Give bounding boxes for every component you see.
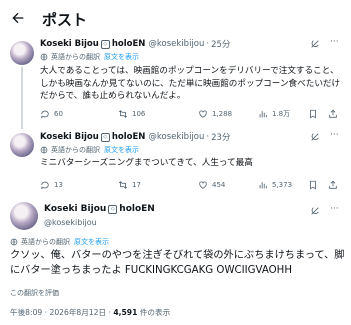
timestamp[interactable]: 25分 — [211, 38, 230, 50]
reply-button[interactable]: 60 — [40, 109, 63, 119]
repost-button[interactable]: 17 — [118, 180, 141, 190]
post-time[interactable]: 午後8:09 — [10, 308, 42, 317]
tweet-header: Koseki Bijou ◇ holoEN @kosekibijou · 25分 — [40, 38, 230, 50]
more-options-icon[interactable]: ··· — [330, 37, 339, 47]
affiliation-label: holoEN — [119, 204, 155, 214]
views-chart-icon — [259, 111, 267, 118]
tweet-text: 大人であることっては、映画館のポップコーンをデリバリーで注文すること、しかも映画… — [40, 66, 341, 101]
post-date[interactable]: 2026年8月12日 — [50, 308, 107, 317]
translation-notice: 英語からの翻訳 原文を表示 — [40, 145, 139, 155]
heart-icon — [199, 110, 207, 118]
avatar[interactable] — [10, 41, 34, 65]
like-count: 454 — [212, 181, 226, 189]
display-name[interactable]: Koseki Bijou — [44, 204, 106, 214]
handle[interactable]: @kosekibijou — [44, 218, 97, 227]
like-button[interactable]: 454 — [198, 180, 225, 190]
bookmark-icon[interactable] — [308, 180, 318, 190]
tweet-header: Koseki Bijou ◇ holoEN @kosekibijou · 23分 — [40, 131, 230, 143]
handle[interactable]: @kosekibijou — [148, 132, 204, 142]
reply-icon — [41, 181, 49, 190]
bookmark-icon[interactable] — [308, 109, 318, 119]
show-original-link[interactable]: 原文を表示 — [74, 237, 109, 247]
affiliation-badge-icon: ◇ — [100, 39, 110, 49]
show-original-link[interactable]: 原文を表示 — [104, 145, 139, 155]
tweet-text: ミニバターシーズニングまでついてきて、人生って最高 — [40, 158, 253, 168]
timestamp[interactable]: 23分 — [211, 131, 230, 143]
action-bar: 13 17 454 5,373 — [40, 180, 340, 192]
grok-icon[interactable] — [310, 39, 320, 49]
translated-label: 英語からの翻訳 — [51, 146, 100, 154]
more-options-icon[interactable]: ··· — [330, 130, 339, 140]
separator-dot: · — [206, 39, 210, 49]
repost-icon — [118, 110, 128, 118]
main-avatar[interactable] — [10, 202, 38, 230]
grok-icon[interactable] — [310, 132, 320, 142]
views-count: 5,373 — [272, 181, 293, 189]
top-bar: ポスト — [0, 0, 351, 36]
views-button[interactable]: 5,373 — [258, 180, 292, 190]
share-icon[interactable] — [328, 180, 338, 190]
translated-label: 英語からの翻訳 — [51, 53, 100, 61]
translation-notice: 英語からの翻訳 原文を表示 — [40, 52, 139, 62]
reply-button[interactable]: 13 — [40, 180, 63, 190]
display-name[interactable]: Koseki Bijou — [40, 132, 99, 142]
avatar[interactable] — [10, 133, 34, 157]
back-arrow-icon[interactable] — [10, 10, 26, 26]
thread-line — [21, 67, 23, 129]
affiliation-label: holoEN — [111, 39, 146, 49]
views-button[interactable]: 1.8万 — [258, 109, 290, 119]
views-count: 4,591 — [113, 308, 138, 317]
globe-icon — [40, 146, 48, 154]
display-name[interactable]: Koseki Bijou — [40, 39, 99, 49]
repost-count: 17 — [132, 181, 141, 189]
translated-label: 英語からの翻訳 — [21, 238, 70, 246]
repost-count: 106 — [132, 110, 146, 118]
page-title: ポスト — [42, 11, 88, 29]
affiliation-badge-icon: ◇ — [108, 204, 118, 214]
affiliation-label: holoEN — [111, 132, 146, 142]
translation-notice: 英語からの翻訳 原文を表示 — [10, 237, 109, 247]
main-display-name-row: Koseki Bijou ◇ holoEN — [44, 204, 155, 214]
like-button[interactable]: 1,288 — [198, 109, 232, 119]
reply-count: 60 — [54, 110, 63, 118]
more-options-icon[interactable]: ··· — [330, 204, 339, 214]
like-count: 1,288 — [212, 110, 233, 118]
repost-icon — [118, 181, 128, 189]
globe-icon — [10, 238, 18, 246]
action-bar: 60 106 1,288 1.8万 — [40, 109, 340, 121]
repost-button[interactable]: 106 — [118, 109, 145, 119]
grok-icon[interactable] — [310, 206, 320, 216]
heart-icon — [199, 181, 207, 189]
main-tweet-text: クソッ、俺、バターのやつを注ぎそびれて袋の外にぶちまけちまって、脚にバター塗っち… — [10, 250, 345, 276]
affiliation-badge-icon: ◇ — [100, 132, 110, 142]
separator-dot: · — [206, 132, 210, 142]
show-original-link[interactable]: 原文を表示 — [104, 52, 139, 62]
views-label: 件の表示 — [139, 308, 171, 317]
reply-count: 13 — [54, 181, 63, 189]
views-count: 1.8万 — [272, 110, 291, 118]
post-metadata: 午後8:09 · 2026年8月12日 · 4,591 件の表示 — [10, 308, 171, 317]
views-chart-icon — [259, 182, 267, 189]
rate-translation-link[interactable]: この翻訳を評価 — [10, 288, 59, 298]
handle[interactable]: @kosekibijou — [148, 39, 204, 49]
share-icon[interactable] — [328, 109, 338, 119]
reply-icon — [41, 110, 49, 119]
globe-icon — [40, 53, 48, 61]
